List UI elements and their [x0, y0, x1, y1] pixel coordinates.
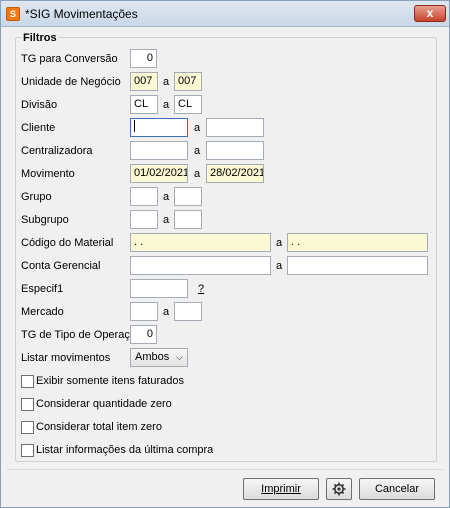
- subgrupo-to-field[interactable]: [174, 210, 202, 229]
- cancel-button-label: Cancelar: [374, 483, 420, 495]
- conta-gerencial-to-field[interactable]: [287, 256, 428, 275]
- listar-movimentos-value: Ambos: [135, 351, 170, 363]
- window-title: *SIG Movimentações: [25, 7, 138, 21]
- tg-conversao-field[interactable]: 0: [130, 49, 157, 68]
- centralizadora-to-field[interactable]: [206, 141, 264, 160]
- subgrupo-separator: a: [163, 214, 170, 226]
- checkbox-label: Listar informações da última compra: [36, 444, 214, 456]
- subgrupo-from-field[interactable]: [130, 210, 158, 229]
- checkbox-box[interactable]: [21, 421, 34, 434]
- cliente-from-field[interactable]: [130, 118, 188, 137]
- tg-tipo-operacao-label: TG de Tipo de Operação: [21, 329, 143, 341]
- close-icon: x: [426, 6, 434, 20]
- checkbox-label: Exibir somente itens faturados: [36, 375, 184, 387]
- codigo-material-from-field[interactable]: . .: [130, 233, 271, 252]
- grupo-label: Grupo: [21, 191, 52, 203]
- especif1-label: Especif1: [21, 283, 64, 295]
- movimento-to-field[interactable]: 28/02/2021: [206, 164, 264, 183]
- chevron-down-icon: ⌵: [176, 352, 183, 362]
- centralizadora-label: Centralizadora: [21, 145, 93, 157]
- checkbox-label: Considerar quantidade zero: [36, 398, 172, 410]
- cancel-button[interactable]: Cancelar: [359, 478, 435, 500]
- movimento-label: Movimento: [21, 168, 75, 180]
- grupo-separator: a: [163, 191, 170, 203]
- centralizadora-separator: a: [194, 145, 201, 157]
- especif1-help-link[interactable]: ?: [198, 283, 204, 295]
- settings-button[interactable]: [326, 478, 352, 500]
- checkbox-box[interactable]: [21, 398, 34, 411]
- subgrupo-label: Subgrupo: [21, 214, 69, 226]
- mercado-to-field[interactable]: [174, 302, 202, 321]
- close-button[interactable]: x: [414, 5, 446, 22]
- movimento-from-field[interactable]: 01/02/2021: [130, 164, 188, 183]
- mercado-from-field[interactable]: [130, 302, 158, 321]
- listar-movimentos-label: Listar movimentos: [21, 352, 111, 364]
- checkbox-label: Considerar total item zero: [36, 421, 162, 433]
- grupo-to-field[interactable]: [174, 187, 202, 206]
- checkbox-box[interactable]: [21, 375, 34, 388]
- cliente-separator: a: [194, 122, 201, 134]
- divisao-label: Divisão: [21, 99, 58, 111]
- unidade-from-field[interactable]: 007: [130, 72, 158, 91]
- mercado-separator: a: [163, 306, 170, 318]
- tg-conversao-label: TG para Conversão: [21, 53, 118, 65]
- unidade-separator: a: [163, 76, 170, 88]
- mercado-label: Mercado: [21, 306, 64, 318]
- conta-gerencial-separator: a: [276, 260, 283, 272]
- divisao-separator: a: [163, 99, 170, 111]
- grupo-from-field[interactable]: [130, 187, 158, 206]
- app-logo-icon: S: [6, 7, 20, 21]
- title-bar: S *SIG Movimentações x: [1, 1, 449, 27]
- checkbox-box[interactable]: [21, 444, 34, 457]
- print-button-label: Imprimir: [261, 483, 301, 495]
- especif1-field[interactable]: [130, 279, 188, 298]
- conta-gerencial-label: Conta Gerencial: [21, 260, 101, 272]
- print-button[interactable]: Imprimir: [243, 478, 319, 500]
- centralizadora-from-field[interactable]: [130, 141, 188, 160]
- cliente-to-field[interactable]: [206, 118, 264, 137]
- tg-tipo-operacao-field[interactable]: 0: [130, 325, 157, 344]
- footer-divider: [7, 469, 443, 470]
- divisao-from-field[interactable]: CL: [130, 95, 158, 114]
- divisao-to-field[interactable]: CL: [174, 95, 202, 114]
- gear-icon: [332, 482, 346, 496]
- movimento-separator: a: [194, 168, 201, 180]
- filters-title: Filtros: [21, 32, 59, 44]
- unidade-negocio-label: Unidade de Negócio: [21, 76, 121, 88]
- codigo-material-separator: a: [276, 237, 283, 249]
- cliente-label: Cliente: [21, 122, 56, 134]
- dialog-window: S *SIG Movimentações x Filtros TG para C…: [0, 0, 450, 508]
- listar-movimentos-select[interactable]: Ambos ⌵: [130, 348, 188, 367]
- codigo-material-label: Código do Material: [21, 237, 114, 249]
- text-cursor: [134, 120, 135, 132]
- unidade-to-field[interactable]: 007: [174, 72, 202, 91]
- conta-gerencial-from-field[interactable]: [130, 256, 271, 275]
- codigo-material-to-field[interactable]: . .: [287, 233, 428, 252]
